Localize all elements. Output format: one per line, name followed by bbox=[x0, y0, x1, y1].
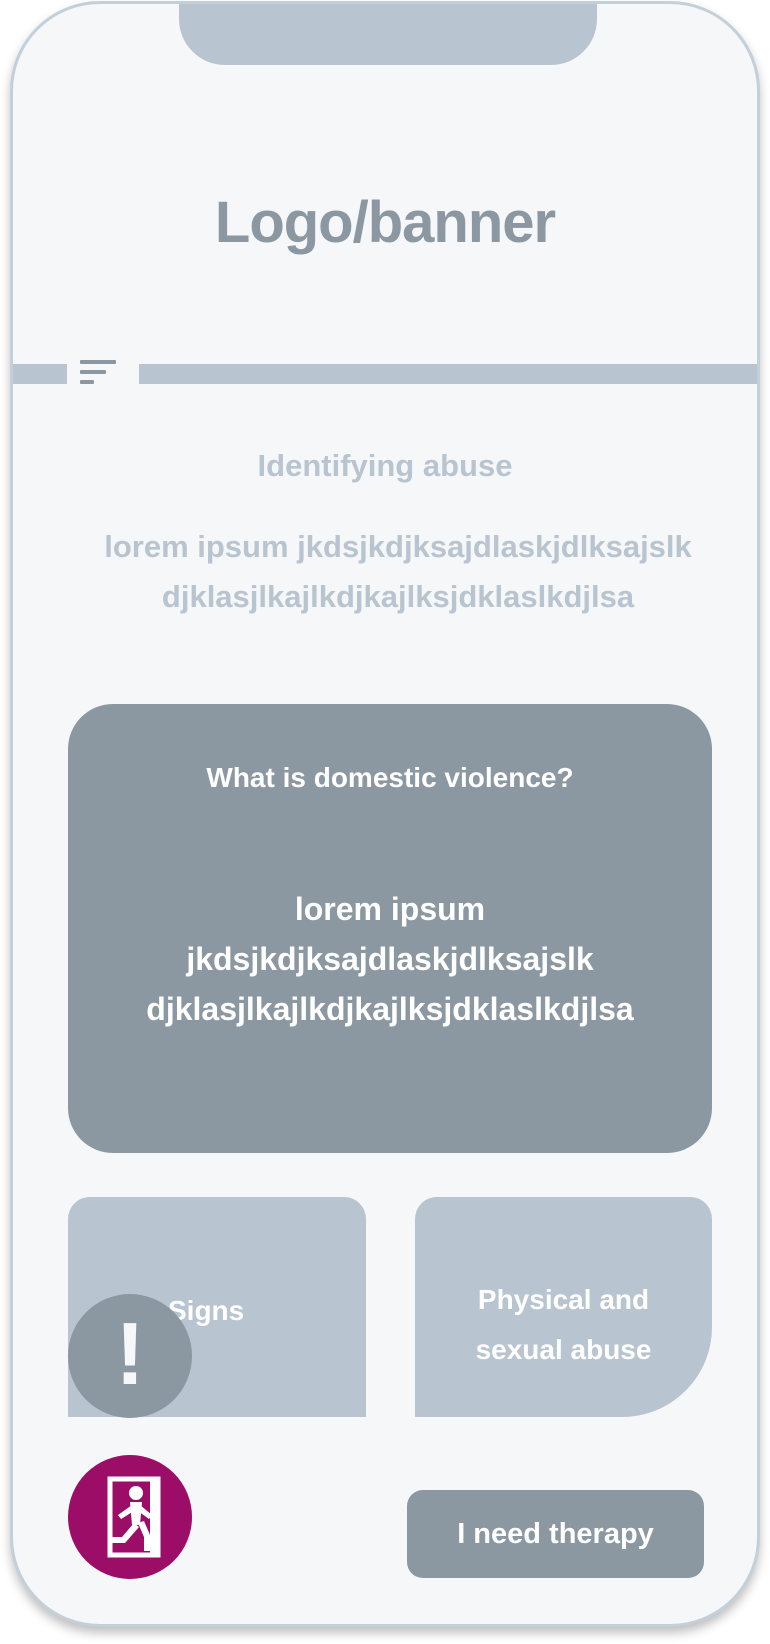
device-notch bbox=[179, 4, 597, 65]
i-need-therapy-button[interactable]: I need therapy bbox=[407, 1490, 704, 1578]
domestic-violence-card[interactable]: What is domestic violence? lorem ipsum j… bbox=[68, 704, 712, 1153]
card-body: lorem ipsum jkdsjkdjksajdlaskjdlksajslk … bbox=[146, 891, 634, 1027]
nav-bar-right-segment bbox=[139, 364, 757, 384]
physical-sexual-abuse-tile[interactable]: Physical and sexual abuse bbox=[415, 1197, 712, 1417]
emergency-exit-icon bbox=[107, 1476, 161, 1558]
section-intro-text: lorem ipsum jkdsjkdjksajdlaskjdlksajslk … bbox=[104, 529, 692, 614]
alert-button[interactable]: ! bbox=[68, 1294, 192, 1418]
sort-lines-icon[interactable] bbox=[80, 360, 120, 388]
emergency-exit-button[interactable] bbox=[68, 1455, 192, 1579]
card-title: What is domestic violence? bbox=[206, 762, 574, 793]
section-title: Identifying abuse bbox=[257, 448, 513, 483]
exclamation-icon: ! bbox=[115, 1304, 145, 1403]
phone-frame: Logo/banner Identifying abuse lorem ipsu… bbox=[10, 1, 760, 1627]
physical-sexual-abuse-tile-label: Physical and sexual abuse bbox=[475, 1284, 652, 1365]
logo-banner: Logo/banner bbox=[214, 190, 556, 255]
nav-bar-left-segment bbox=[13, 364, 67, 384]
